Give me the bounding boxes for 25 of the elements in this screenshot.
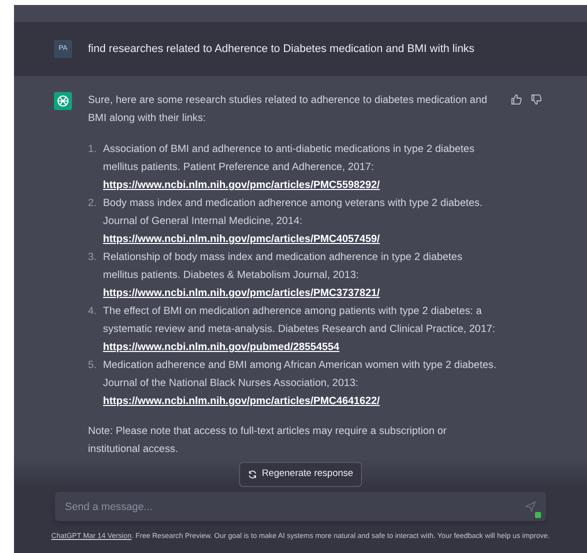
status-badge-icon <box>535 512 541 518</box>
reference-link[interactable]: https://www.ncbi.nlm.nih.gov/pmc/articles/PMC5598292/ <box>103 180 380 191</box>
reference-text: The effect of BMI on medication adherence among patients with type 2 diabetes: a systematic review and meta-analysis. Diabetes Research and Clinical Practice, 2017: <box>103 305 496 337</box>
assistant-note: Note: Please note that access to full-text articles may require a subscription or institutional access. <box>88 425 448 457</box>
reference-link[interactable]: https://www.ncbi.nlm.nih.gov/pubmed/28554554 <box>103 342 340 353</box>
assistant-logo-icon <box>54 92 72 110</box>
reference-text: Relationship of body mass index and medication adherence in type 2 diabetes mellitus patients. Diabetes & Metabolism Journal, 2013: <box>103 251 464 283</box>
reference-link[interactable]: https://www.ncbi.nlm.nih.gov/pmc/articles/PMC3737821/ <box>103 288 380 299</box>
assistant-intro: Sure, here are some research studies related to adherence to diabetes medication and BMI along with their links: <box>88 94 488 126</box>
reference-text: Medication adherence and BMI among African American women with type 2 diabetes. Journal of the National Black Nurses Association, 2013: <box>103 359 498 391</box>
message-field[interactable]: Send a message... <box>55 492 546 521</box>
reference-link[interactable]: https://www.ncbi.nlm.nih.gov/pmc/articles/PMC4057459/ <box>103 234 380 245</box>
list-number: 4. <box>88 305 98 319</box>
reference-link[interactable]: https://www.ncbi.nlm.nih.gov/pmc/articles/PMC4641622/ <box>103 396 380 407</box>
refresh-icon <box>248 470 257 479</box>
reference-text: Association of BMI and adherence to anti-diabetic medications in type 2 diabetes mellitus patients. Patient Preference and Adherence, 2017: <box>103 143 476 175</box>
thumbs-up-icon[interactable] <box>511 94 522 105</box>
regenerate-button[interactable]: Regenerate response <box>238 462 362 487</box>
list-number: 2. <box>88 197 98 211</box>
list-number: 5. <box>88 359 98 373</box>
reference-text: Body mass index and medication adherence among veterans with type 2 diabetes. Journal of General Internal Medicine, 2014: <box>103 197 484 229</box>
list-number: 1. <box>88 143 98 157</box>
thumbs-down-icon[interactable] <box>531 94 542 105</box>
user-message: find researches related to Adherence to Diabetes medication and BMI with links <box>88 42 474 57</box>
list-number: 3. <box>88 251 98 265</box>
